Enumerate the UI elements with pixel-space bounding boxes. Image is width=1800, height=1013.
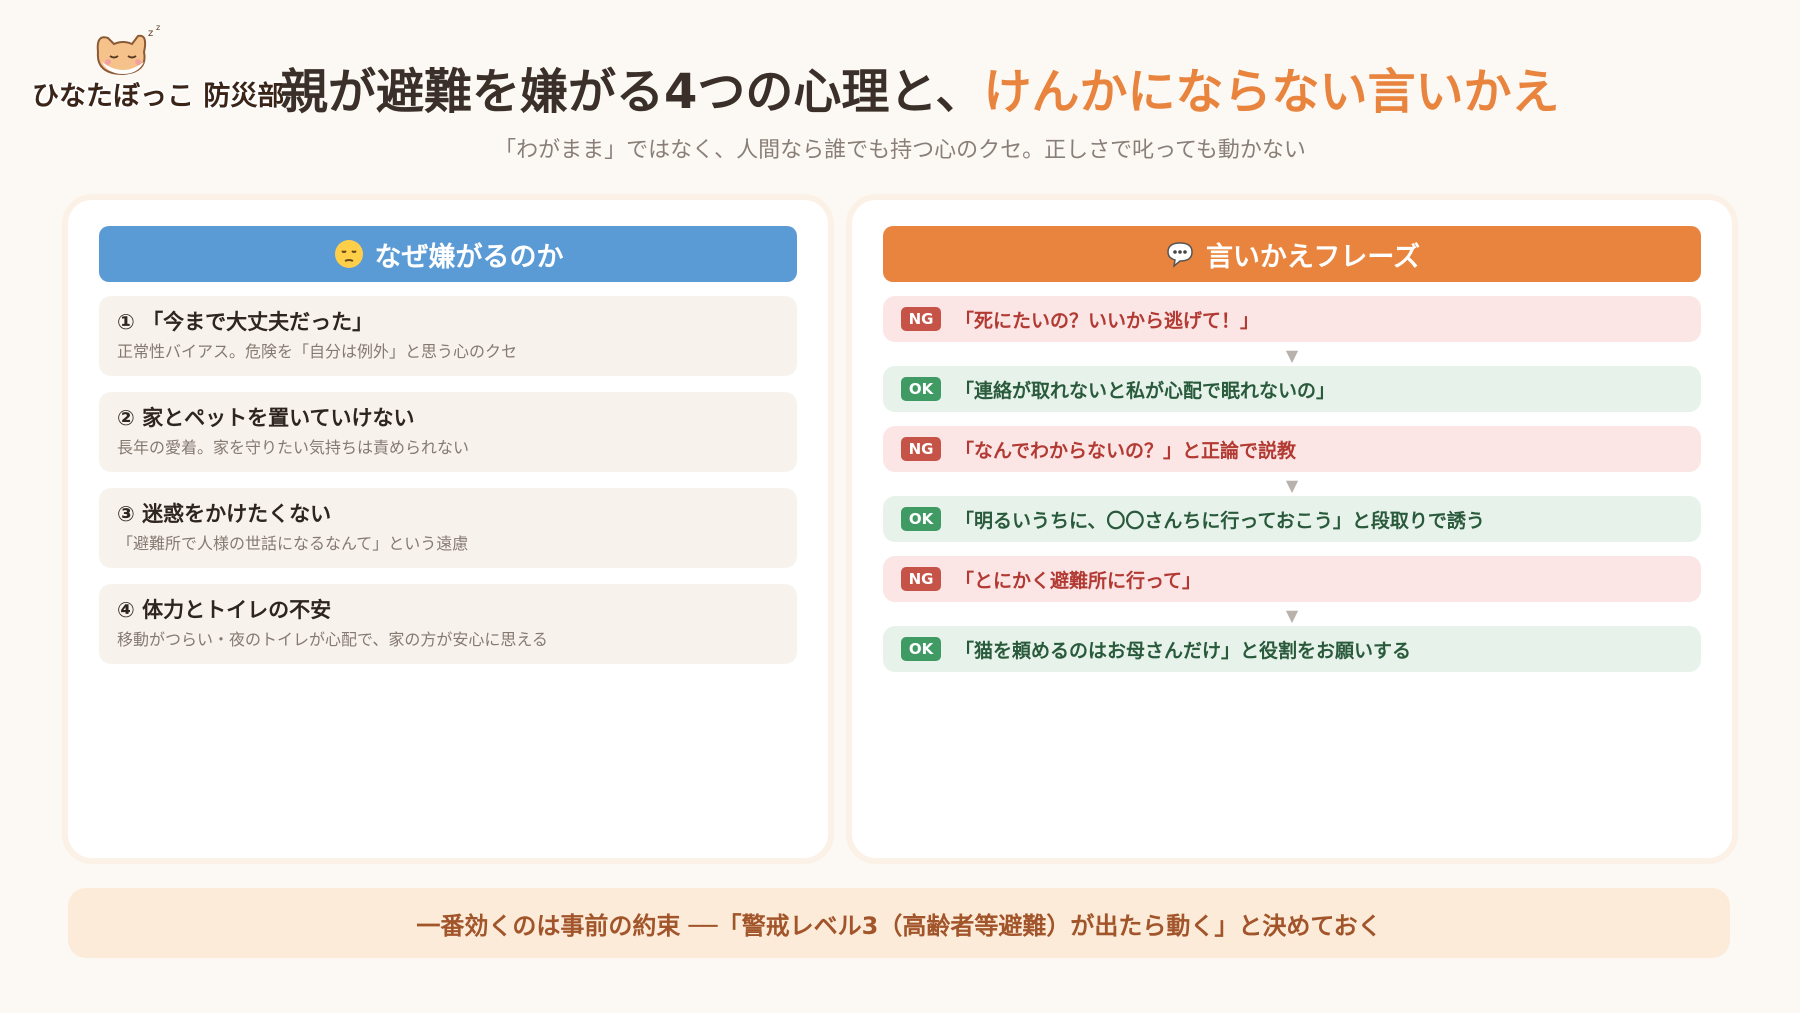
phrases-header: 言いかえフレーズ — [883, 226, 1701, 282]
ng-badge: NG — [901, 437, 941, 461]
reasons-header: なぜ嫌がるのか — [99, 226, 797, 282]
reason-title: ③ 迷惑をかけたくない — [117, 502, 332, 526]
reason-item: ③ 迷惑をかけたくない 「避難所で人様の世話になるなんて」という遠慮 — [99, 488, 797, 568]
title-accent: けんかにならない言いかえ — [983, 64, 1560, 120]
ok-phrase-text: 「猫を頼めるのはお母さんだけ」と役割をお願いする — [955, 639, 1412, 662]
reason-item: ① 「今まで大丈夫だった」 正常性バイアス。危険を「自分は例外」と思う心のクセ — [99, 296, 797, 376]
pensive-face-icon — [334, 240, 363, 268]
footer-callout: 一番効くのは事前の約束 ──「警戒レベル3（高齢者等避難）が出たら動く」と決めて… — [68, 888, 1730, 958]
reasons-header-label: なぜ嫌がるのか — [374, 241, 564, 273]
brand-logo: z z ひなたぼっこ 防災部 — [30, 22, 290, 112]
ok-phrase-text: 「連絡が取れないと私が心配で眠れないの」 — [955, 379, 1336, 402]
title-main: 親が避難を嫌がる4つの心理と、 — [280, 64, 984, 120]
reason-item: ② 家とペットを置いていけない 長年の愛着。家を守りたい気持ちは責められない — [99, 392, 797, 472]
ng-phrase: NG 「なんでわからないの？」と正論で説教 — [883, 426, 1701, 472]
arrow-down-icon: ▼ — [1285, 606, 1299, 625]
reason-desc: 長年の愛着。家を守りたい気持ちは責められない — [117, 438, 470, 457]
ok-phrase-text: 「明るいうちに、〇〇さんちに行っておこう」と段取りで誘う — [955, 509, 1485, 532]
page-title: 親が避難を嫌がる4つの心理と、けんかにならない言いかえ — [280, 60, 1560, 124]
ng-phrase: NG 「とにかく避難所に行って」 — [883, 556, 1701, 602]
svg-text:z: z — [148, 28, 153, 39]
ok-badge: OK — [901, 637, 941, 661]
reason-desc: 「避難所で人様の世話になるなんて」という遠慮 — [117, 534, 469, 553]
svg-text:z: z — [156, 23, 160, 32]
brand-name: ひなたぼっこ 防災部 — [32, 81, 285, 112]
reason-title: ① 「今まで大丈夫だった」 — [117, 310, 374, 334]
ng-phrase-text: 「なんでわからないの？」と正論で説教 — [955, 439, 1297, 462]
ng-badge: NG — [901, 307, 941, 331]
arrow-down-icon: ▼ — [1285, 346, 1299, 365]
reason-item: ④ 体力とトイレの不安 移動がつらい・夜のトイレが心配で、家の方が安心に思える — [99, 584, 797, 664]
reason-desc: 正常性バイアス。危険を「自分は例外」と思う心のクセ — [117, 342, 518, 361]
ok-badge: OK — [901, 507, 941, 531]
arrow-down-icon: ▼ — [1285, 476, 1299, 495]
reasons-panel: なぜ嫌がるのか ① 「今まで大丈夫だった」 正常性バイアス。危険を「自分は例外」… — [62, 194, 834, 864]
reason-title: ④ 体力とトイレの不安 — [117, 598, 332, 622]
ng-phrase-text: 「とにかく避難所に行って」 — [955, 569, 1202, 592]
ok-badge: OK — [901, 377, 941, 401]
ok-phrase: OK 「猫を頼めるのはお母さんだけ」と役割をお願いする — [883, 626, 1701, 672]
ng-phrase-text: 「死にたいの？いいから逃げて！」 — [955, 309, 1260, 332]
sleeping-cat-icon: z z — [96, 23, 160, 76]
phrases-panel: 言いかえフレーズ NG 「死にたいの？いいから逃げて！」 ▼ OK 「連絡が取れ… — [846, 194, 1738, 864]
ng-badge: NG — [901, 567, 941, 591]
phrases-header-label: 言いかえフレーズ — [1205, 241, 1421, 273]
ok-phrase: OK 「明るいうちに、〇〇さんちに行っておこう」と段取りで誘う — [883, 496, 1701, 542]
ok-phrase: OK 「連絡が取れないと私が心配で眠れないの」 — [883, 366, 1701, 412]
speech-bubble-icon — [1167, 242, 1193, 268]
page-subtitle: 「わがまま」ではなく、人間なら誰でも持つ心のクセ。正しさで叱っても動かない — [494, 138, 1306, 163]
reason-title: ② 家とペットを置いていけない — [117, 406, 415, 430]
reason-desc: 移動がつらい・夜のトイレが心配で、家の方が安心に思える — [117, 630, 548, 649]
ng-phrase: NG 「死にたいの？いいから逃げて！」 — [883, 296, 1701, 342]
